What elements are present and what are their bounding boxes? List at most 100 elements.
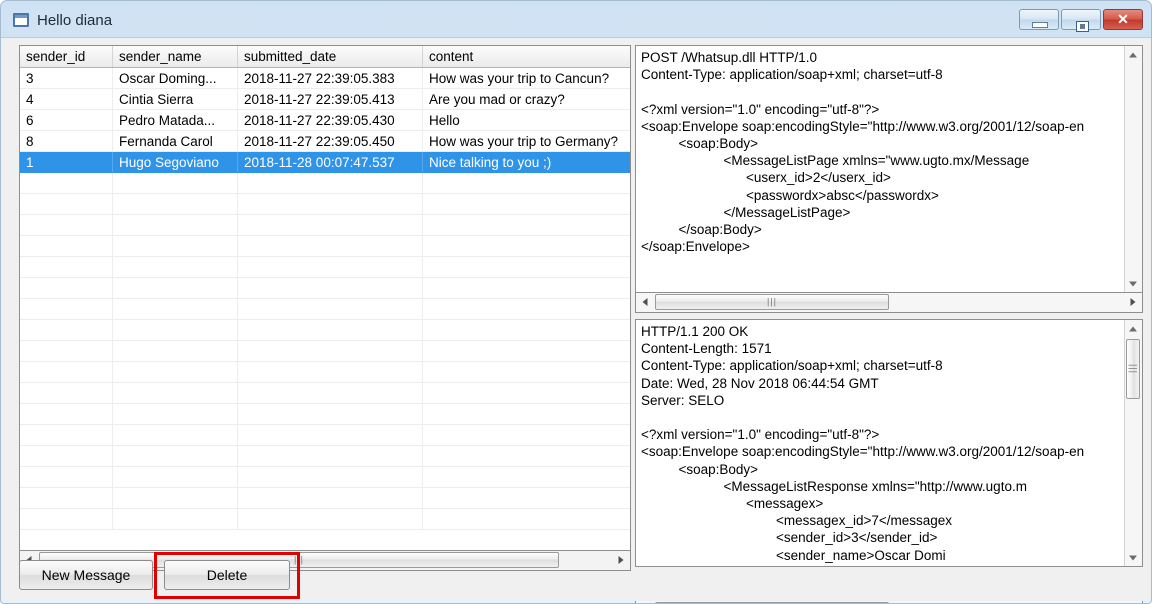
cell-empty[interactable]	[422, 424, 630, 446]
table-row-empty[interactable]	[20, 403, 630, 425]
cell-empty[interactable]	[20, 361, 113, 383]
cell-sender-id[interactable]: 8	[20, 130, 113, 152]
cell-empty[interactable]	[237, 445, 423, 467]
cell-empty[interactable]	[237, 508, 423, 530]
cell-empty[interactable]	[422, 319, 630, 341]
cell-empty[interactable]	[237, 235, 423, 257]
cell-sender-name[interactable]: Cintia Sierra	[112, 88, 238, 110]
cell-empty[interactable]	[422, 172, 630, 194]
cell-empty[interactable]	[422, 277, 630, 299]
table-row-empty[interactable]	[20, 298, 630, 320]
cell-content[interactable]: How was your trip to Cancun?	[422, 67, 630, 89]
up-arrow-icon[interactable]	[1125, 46, 1141, 63]
cell-empty[interactable]	[20, 319, 113, 341]
cell-empty[interactable]	[422, 508, 630, 530]
table-row[interactable]: 3 Oscar Doming... 2018-11-27 22:39:05.383 H…	[20, 67, 630, 89]
cell-sender-id[interactable]: 4	[20, 88, 113, 110]
table-row-empty[interactable]	[20, 487, 630, 509]
request-vertical-scrollbar[interactable]	[1124, 46, 1142, 292]
cell-empty[interactable]	[112, 487, 238, 509]
cell-empty[interactable]	[422, 193, 630, 215]
table-row[interactable]: 1 Hugo Segoviano 2018-11-28 00:07:47.537 Ni…	[20, 151, 630, 173]
table-row-empty[interactable]	[20, 214, 630, 236]
right-arrow-icon[interactable]	[612, 551, 630, 569]
cell-empty[interactable]	[237, 172, 423, 194]
table-row-empty[interactable]	[20, 445, 630, 467]
cell-empty[interactable]	[20, 508, 113, 530]
table-row[interactable]: 4 Cintia Sierra 2018-11-27 22:39:05.413 Are…	[20, 88, 630, 110]
cell-empty[interactable]	[112, 403, 238, 425]
cell-empty[interactable]	[112, 340, 238, 362]
cell-empty[interactable]	[422, 214, 630, 236]
cell-empty[interactable]	[422, 256, 630, 278]
cell-sender-id[interactable]: 6	[20, 109, 113, 131]
cell-empty[interactable]	[237, 319, 423, 341]
cell-empty[interactable]	[20, 172, 113, 194]
cell-empty[interactable]	[237, 466, 423, 488]
cell-empty[interactable]	[112, 277, 238, 299]
table-row-empty[interactable]	[20, 172, 630, 194]
maximize-button[interactable]	[1061, 9, 1101, 32]
cell-sender-name[interactable]: Fernanda Carol	[112, 130, 238, 152]
cell-empty[interactable]	[237, 403, 423, 425]
cell-empty[interactable]	[112, 214, 238, 236]
delete-button[interactable]: Delete	[164, 560, 290, 590]
response-vertical-scrollbar[interactable]: |||	[1124, 320, 1142, 566]
cell-sender-name[interactable]: Oscar Doming...	[112, 67, 238, 89]
down-arrow-icon[interactable]	[1125, 549, 1141, 566]
down-arrow-icon[interactable]	[1125, 275, 1141, 292]
column-header-submitted-date[interactable]: submitted_date	[237, 46, 423, 68]
cell-empty[interactable]	[237, 214, 423, 236]
cell-empty[interactable]	[20, 340, 113, 362]
cell-empty[interactable]	[422, 340, 630, 362]
request-scroll-thumb[interactable]: |||	[655, 294, 889, 310]
up-arrow-icon[interactable]	[1125, 320, 1141, 337]
cell-empty[interactable]	[112, 424, 238, 446]
cell-empty[interactable]	[422, 403, 630, 425]
cell-empty[interactable]	[237, 193, 423, 215]
cell-sender-name[interactable]: Pedro Matada...	[112, 109, 238, 131]
cell-empty[interactable]	[20, 193, 113, 215]
cell-empty[interactable]	[422, 466, 630, 488]
left-arrow-icon[interactable]	[636, 293, 654, 311]
cell-empty[interactable]	[237, 487, 423, 509]
cell-sender-id[interactable]: 1	[20, 151, 113, 173]
cell-empty[interactable]	[112, 256, 238, 278]
table-row-empty[interactable]	[20, 256, 630, 278]
cell-empty[interactable]	[20, 382, 113, 404]
cell-submitted-date[interactable]: 2018-11-27 22:39:05.450	[237, 130, 423, 152]
right-arrow-icon[interactable]	[1124, 293, 1142, 311]
cell-empty[interactable]	[20, 277, 113, 299]
cell-empty[interactable]	[20, 256, 113, 278]
cell-empty[interactable]	[112, 445, 238, 467]
cell-empty[interactable]	[112, 172, 238, 194]
column-header-sender-id[interactable]: sender_id	[20, 46, 113, 68]
column-header-sender-name[interactable]: sender_name	[112, 46, 238, 68]
cell-empty[interactable]	[112, 298, 238, 320]
cell-empty[interactable]	[20, 214, 113, 236]
cell-empty[interactable]	[422, 235, 630, 257]
table-row-empty[interactable]	[20, 193, 630, 215]
table-row-empty[interactable]	[20, 319, 630, 341]
cell-empty[interactable]	[237, 361, 423, 383]
request-horizontal-scrollbar[interactable]: |||	[635, 293, 1143, 313]
close-button[interactable]: ✕	[1103, 9, 1143, 30]
table-row[interactable]: 8 Fernanda Carol 2018-11-27 22:39:05.450 Ho…	[20, 130, 630, 152]
cell-content[interactable]: Hello	[422, 109, 630, 131]
table-row-empty[interactable]	[20, 340, 630, 362]
cell-empty[interactable]	[112, 466, 238, 488]
cell-empty[interactable]	[422, 487, 630, 509]
response-text-panel[interactable]: HTTP/1.1 200 OK Content-Length: 1571 Con…	[635, 319, 1143, 567]
cell-empty[interactable]	[237, 277, 423, 299]
cell-content[interactable]: Nice talking to you ;)	[422, 151, 630, 173]
cell-empty[interactable]	[20, 445, 113, 467]
cell-empty[interactable]	[422, 298, 630, 320]
cell-submitted-date[interactable]: 2018-11-27 22:39:05.383	[237, 67, 423, 89]
cell-empty[interactable]	[20, 424, 113, 446]
table-row-empty[interactable]	[20, 508, 630, 530]
cell-empty[interactable]	[237, 298, 423, 320]
column-header-content[interactable]: content	[422, 46, 630, 68]
cell-empty[interactable]	[422, 361, 630, 383]
table-row-empty[interactable]	[20, 424, 630, 446]
table-row-empty[interactable]	[20, 361, 630, 383]
